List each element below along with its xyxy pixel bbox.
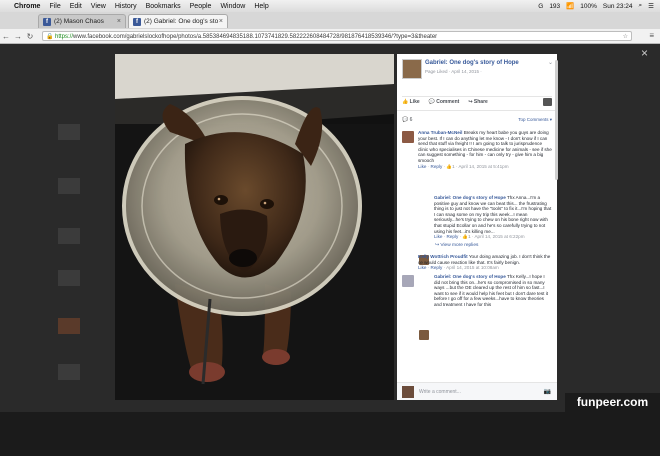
star-icon[interactable]: ☆ xyxy=(623,32,628,40)
close-icon[interactable]: × xyxy=(117,18,121,25)
share-label: Share xyxy=(473,99,488,105)
menu-help[interactable]: Help xyxy=(254,3,268,10)
top-comments-dropdown[interactable]: Top Comments ▾ xyxy=(518,117,552,123)
menubar-status: G 193 📶 100% Sun 23:24 ⌕ ☰ xyxy=(538,0,654,12)
left-gutter xyxy=(0,88,108,456)
share-button[interactable]: ↪ Share xyxy=(468,99,488,109)
commenter-name[interactable]: Gabriel: One dog's story of Hope xyxy=(434,274,506,279)
bg-thumb xyxy=(58,228,80,244)
tab-label: (2) Mason Chaos xyxy=(54,18,104,25)
page-avatar[interactable] xyxy=(402,59,422,79)
menu-people[interactable]: People xyxy=(190,3,212,10)
bg-thumb xyxy=(58,364,80,380)
menu-app-chrome[interactable]: Chrome xyxy=(14,3,40,10)
tab-gabriel[interactable]: f (2) Gabriel: One dog's sto × xyxy=(128,14,228,28)
dog-photo xyxy=(115,54,394,400)
menu-view[interactable]: View xyxy=(91,3,106,10)
reply: Gabriel: One dog's story of Hope Thx Ann… xyxy=(434,195,552,240)
menu-history[interactable]: History xyxy=(115,3,137,10)
comment-meta: Like · Reply · April 14, 2015 at 10:08am xyxy=(418,265,499,271)
commenter-name[interactable]: Anna Truban-McNeil xyxy=(418,130,462,135)
post-panel: Gabriel: One dog's story of Hope Page Li… xyxy=(397,54,557,400)
wifi-icon[interactable]: 📶 xyxy=(566,2,574,10)
camera-icon[interactable]: 📷 xyxy=(544,388,551,395)
tab-bar: f (2) Mason Chaos × f (2) Gabriel: One d… xyxy=(0,12,660,30)
spotlight-icon[interactable]: ⌕ xyxy=(639,2,643,10)
bg-thumb xyxy=(58,318,80,334)
address-bar: ← → ↻ 🔒 https://www.facebook.com/gabriel… xyxy=(0,29,660,44)
facebook-icon: f xyxy=(133,17,141,26)
comment-meta: Like · Reply · 👍1 · April 14, 2015 at 5:… xyxy=(418,163,509,169)
chevron-down-icon[interactable]: ⌄ xyxy=(548,59,553,66)
menu-edit[interactable]: Edit xyxy=(70,3,82,10)
list-icon[interactable]: ☰ xyxy=(648,2,654,10)
like-label: Like xyxy=(409,99,420,105)
menu-file[interactable]: File xyxy=(49,3,60,10)
view-more-replies[interactable]: ↪ View more replies xyxy=(435,243,478,248)
menu-window[interactable]: Window xyxy=(220,3,245,10)
post-meta: Page Liked · April 14, 2015 · xyxy=(425,69,482,74)
panel-scrollbar[interactable] xyxy=(555,60,558,180)
comment-text: Thx Kelly...I hope I did not bring this … xyxy=(434,274,549,307)
post-actions: 👍 Like 💬 Comment ↪ Share xyxy=(402,96,552,109)
avatar[interactable] xyxy=(402,275,414,287)
url-scheme: https:// xyxy=(55,34,74,40)
reply: Gabriel: One dog's story of Hope Thx Kel… xyxy=(434,274,552,308)
comment: Kelly Wottrich Proudfit Your doing amazi… xyxy=(418,254,552,271)
avatar[interactable] xyxy=(419,330,429,340)
divider xyxy=(397,110,557,111)
reload-icon[interactable]: ↻ xyxy=(24,32,36,41)
forward-icon[interactable]: → xyxy=(12,32,24,41)
tab-label: (2) Gabriel: One dog's sto xyxy=(144,18,219,25)
comment-count: 💬 6 xyxy=(402,117,413,123)
like-link[interactable]: Like xyxy=(434,234,442,239)
lock-icon: 🔒 xyxy=(46,34,54,40)
watermark: funpeer.com xyxy=(565,393,660,412)
comment-meta: Like · Reply · 👍1 · April 14, 2015 at 6:… xyxy=(434,234,525,240)
status-count: 193 xyxy=(549,2,561,10)
comment-meta-info: · 👍1 · April 14, 2015 at 6:22pm xyxy=(459,234,525,240)
close-theater-icon[interactable]: × xyxy=(641,46,648,60)
commenter-name[interactable]: Kelly Wottrich Proudfit xyxy=(418,254,468,259)
back-icon[interactable]: ← xyxy=(0,32,12,41)
comment-text: Thx Anna...I'm a positive guy and know w… xyxy=(434,195,552,234)
dog-in-cone-image xyxy=(115,54,394,400)
comment-button[interactable]: 💬 Comment xyxy=(429,99,460,109)
url-field[interactable]: 🔒 https://www.facebook.com/gabrielslocko… xyxy=(42,31,632,41)
reply-link[interactable]: Reply xyxy=(447,234,459,239)
bg-thumb xyxy=(58,178,80,194)
battery-percent: 100% xyxy=(580,2,597,10)
view-more-label: View more replies xyxy=(440,243,479,248)
comment-input[interactable]: Write a comment... xyxy=(419,389,461,395)
clock: Sun 23:24 xyxy=(602,2,633,10)
avatar xyxy=(402,386,414,398)
page-name[interactable]: Gabriel: One dog's story of Hope xyxy=(425,60,519,66)
bg-thumb xyxy=(58,124,80,140)
commenter-name[interactable]: Gabriel: One dog's story of Hope xyxy=(434,195,506,200)
close-icon[interactable]: × xyxy=(219,18,223,25)
like-link[interactable]: Like xyxy=(418,265,426,270)
avatar[interactable] xyxy=(402,131,414,143)
comment-count-value: 6 xyxy=(409,117,413,123)
reply-link[interactable]: Reply xyxy=(431,265,443,270)
comment: Anna Truban-McNeil Breaks my heart babe … xyxy=(418,130,552,169)
g-icon[interactable]: G xyxy=(538,3,543,10)
like-button[interactable]: 👍 Like xyxy=(402,99,420,109)
url-path: www.facebook.com/gabrielslockofhope/phot… xyxy=(73,34,438,40)
comment-label: Comment xyxy=(436,99,460,105)
chrome-menu-icon[interactable]: ≡ xyxy=(649,31,654,40)
comment-composer: Write a comment... 📷 xyxy=(397,382,557,400)
reply-link[interactable]: Reply xyxy=(431,164,443,169)
comment-meta-info: · 👍1 · April 14, 2015 at 5:41pm xyxy=(443,163,509,169)
comment-meta-info: · April 14, 2015 at 10:08am xyxy=(443,265,499,271)
viewer-avatar[interactable] xyxy=(543,98,552,106)
bg-thumb xyxy=(58,270,80,286)
like-link[interactable]: Like xyxy=(418,164,426,169)
tab-mason-chaos[interactable]: f (2) Mason Chaos × xyxy=(38,14,126,28)
facebook-icon: f xyxy=(43,17,51,26)
menu-bookmarks[interactable]: Bookmarks xyxy=(146,3,181,10)
comment-text: Breaks my heart babe you guys are doing … xyxy=(418,130,552,163)
mac-menubar: Chrome File Edit View History Bookmarks … xyxy=(0,0,660,12)
